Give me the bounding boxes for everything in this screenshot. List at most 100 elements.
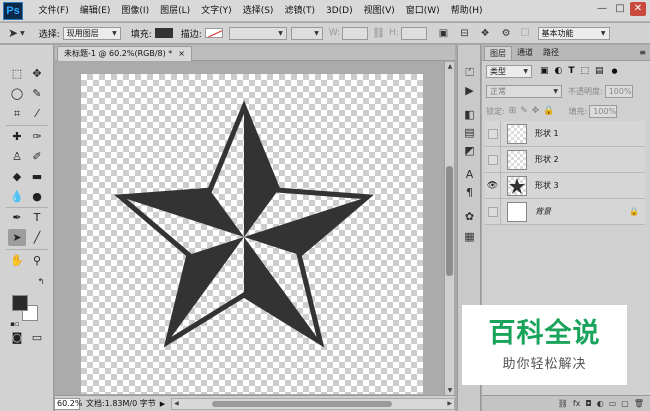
horizontal-scrollbar[interactable]: ◀ ▶ [171,397,455,410]
vertical-scrollbar[interactable]: ▲ ▼ [444,62,454,395]
visibility-toggle[interactable] [485,146,501,173]
filter-toggle-icon[interactable]: ● [612,67,618,75]
link-layers-icon[interactable]: ⛓ [558,399,568,408]
quick-mask-icon[interactable]: ◙ [8,329,26,346]
menu-edit[interactable]: 编辑(E) [74,0,116,22]
actions-play-icon[interactable]: ▶ [461,83,478,99]
visibility-toggle[interactable] [485,198,501,225]
select-dropdown[interactable]: 现用图层 ▼ [62,26,121,40]
document-tab[interactable]: 未标题-1 @ 60.2%(RGB/8) * × [57,46,192,61]
tab-paths[interactable]: 路径 [538,46,564,60]
menu-view[interactable]: 视图(V) [358,0,400,22]
zoom-field[interactable]: 60.2% [54,397,82,410]
filter-pixel-icon[interactable]: ▣ [540,66,549,76]
filter-shape-icon[interactable]: ⬚ [581,66,590,76]
menu-select[interactable]: 选择(S) [237,0,279,22]
layer-style-icon[interactable]: fx [573,399,581,408]
workspace-dropdown[interactable]: 基本功能 ▼ [537,26,610,40]
quick-selection-tool-icon[interactable]: ✎ [28,85,46,102]
layer-row[interactable]: 形状 2 [485,146,645,173]
tab-layers[interactable]: 图层 [484,46,512,60]
stroke-swatch[interactable] [204,28,223,38]
swatches-icon[interactable]: ✿ [461,209,478,225]
filter-kind-dropdown[interactable]: 类型 ▼ [486,64,532,78]
menu-filter[interactable]: 滤镜(T) [279,0,321,22]
new-group-icon[interactable]: ▭ [609,399,617,408]
history-brush-tool-icon[interactable]: ✐ [28,148,46,165]
layer-row[interactable]: 形状 1 [485,120,645,147]
maximize-button[interactable]: □ [612,2,628,16]
minimize-button[interactable]: — [594,2,610,16]
stroke-type-dropdown[interactable]: ▼ [290,26,323,40]
path-selection-tool-icon[interactable]: ➤ [8,229,26,246]
add-mask-icon[interactable]: ◘ [585,399,591,408]
filter-smart-object-icon[interactable]: ▤ [595,66,604,76]
opacity-field[interactable]: 100% [604,84,633,98]
lock-pixels-icon[interactable]: ✎ [520,106,528,116]
scroll-down-icon[interactable]: ▼ [445,387,455,394]
adjustment-layer-icon[interactable]: ◐ [597,399,604,408]
blend-mode-dropdown[interactable]: 正常 ▼ [486,84,562,98]
type-tool-icon[interactable]: T [28,209,46,226]
eraser-tool-icon[interactable]: ◆ [8,168,26,185]
width-field[interactable] [342,26,369,40]
menu-window[interactable]: 窗口(W) [400,0,445,22]
info-menu-icon[interactable]: ▶ [160,400,165,408]
zoom-tool-icon[interactable]: ⚲ [28,252,46,269]
swap-colors-icon[interactable]: ↰ [32,273,50,290]
menu-type[interactable]: 文字(Y) [196,0,238,22]
blur-tool-icon[interactable]: 💧 [8,188,26,205]
color-icon[interactable]: ◩ [461,143,478,159]
trash-icon[interactable]: 🗑 [634,399,644,408]
link-icon[interactable]: ⛓ [372,28,385,39]
close-button[interactable]: ✕ [630,2,646,16]
height-field[interactable] [400,26,427,40]
lasso-tool-icon[interactable]: ◯ [8,85,26,102]
lock-all-icon[interactable]: 🔒 [543,106,554,116]
clone-stamp-tool-icon[interactable]: ♙ [8,148,26,165]
close-tab-icon[interactable]: × [178,49,185,58]
menu-layer[interactable]: 图层(L) [155,0,196,22]
gradient-tool-icon[interactable]: ▬ [28,168,46,185]
stroke-width-dropdown[interactable]: ▼ [228,26,287,40]
menu-image[interactable]: 图像(I) [116,0,155,22]
visibility-toggle[interactable]: 👁 [485,172,501,199]
chevron-down-icon[interactable]: ▼ [20,30,25,37]
new-layer-icon[interactable]: ▢ [621,399,629,408]
grid-icon[interactable]: ▦ [461,229,478,245]
tab-channels[interactable]: 通道 [512,46,538,60]
align-edges-checkbox[interactable]: ☐ [521,28,530,39]
paragraph-icon[interactable]: ¶ [461,185,478,201]
character-icon[interactable]: A [461,167,478,183]
line-tool-icon[interactable]: ╱ [28,229,46,246]
scroll-left-icon[interactable]: ◀ [174,399,179,409]
scroll-up-icon[interactable]: ▲ [445,63,455,70]
eyedropper-tool-icon[interactable]: ⁄ [28,105,46,122]
screen-mode-icon[interactable]: ▭ [28,329,46,346]
menu-3d[interactable]: 3D(D) [320,0,358,22]
hand-tool-icon[interactable]: ✋ [8,252,26,269]
marquee-tool-icon[interactable]: ⬚ [8,65,26,82]
brush-tool-icon[interactable]: ✑ [28,128,46,145]
history-icon[interactable]: ⏍ [461,65,478,81]
layer-row[interactable]: 背景 🔒 [485,198,645,225]
settings-gear-icon[interactable]: ⚙ [502,28,511,39]
lock-transparency-icon[interactable]: ⊞ [509,106,517,116]
dodge-tool-icon[interactable]: ● [28,188,46,205]
menu-help[interactable]: 帮助(H) [445,0,488,22]
path-operations-icon[interactable]: ▣ [439,28,448,39]
layer-row[interactable]: 👁 形状 3 [485,172,645,199]
path-arrangement-icon[interactable]: ❖ [481,28,490,39]
healing-brush-tool-icon[interactable]: ✚ [8,128,26,145]
filter-adjustment-icon[interactable]: ◐ [555,66,563,76]
move-tool-preset-icon[interactable]: ➤ [8,26,18,40]
adjustments-icon[interactable]: ◧ [461,107,478,123]
visibility-toggle[interactable] [485,120,501,147]
foreground-color-swatch[interactable] [12,295,28,311]
lock-position-icon[interactable]: ✥ [532,106,540,116]
fill-field[interactable]: 100% [589,104,618,118]
fill-swatch[interactable] [154,28,173,38]
path-alignment-icon[interactable]: ⊟ [460,28,468,39]
move-tool-icon[interactable]: ✥ [28,65,46,82]
pen-tool-icon[interactable]: ✒ [8,209,26,226]
